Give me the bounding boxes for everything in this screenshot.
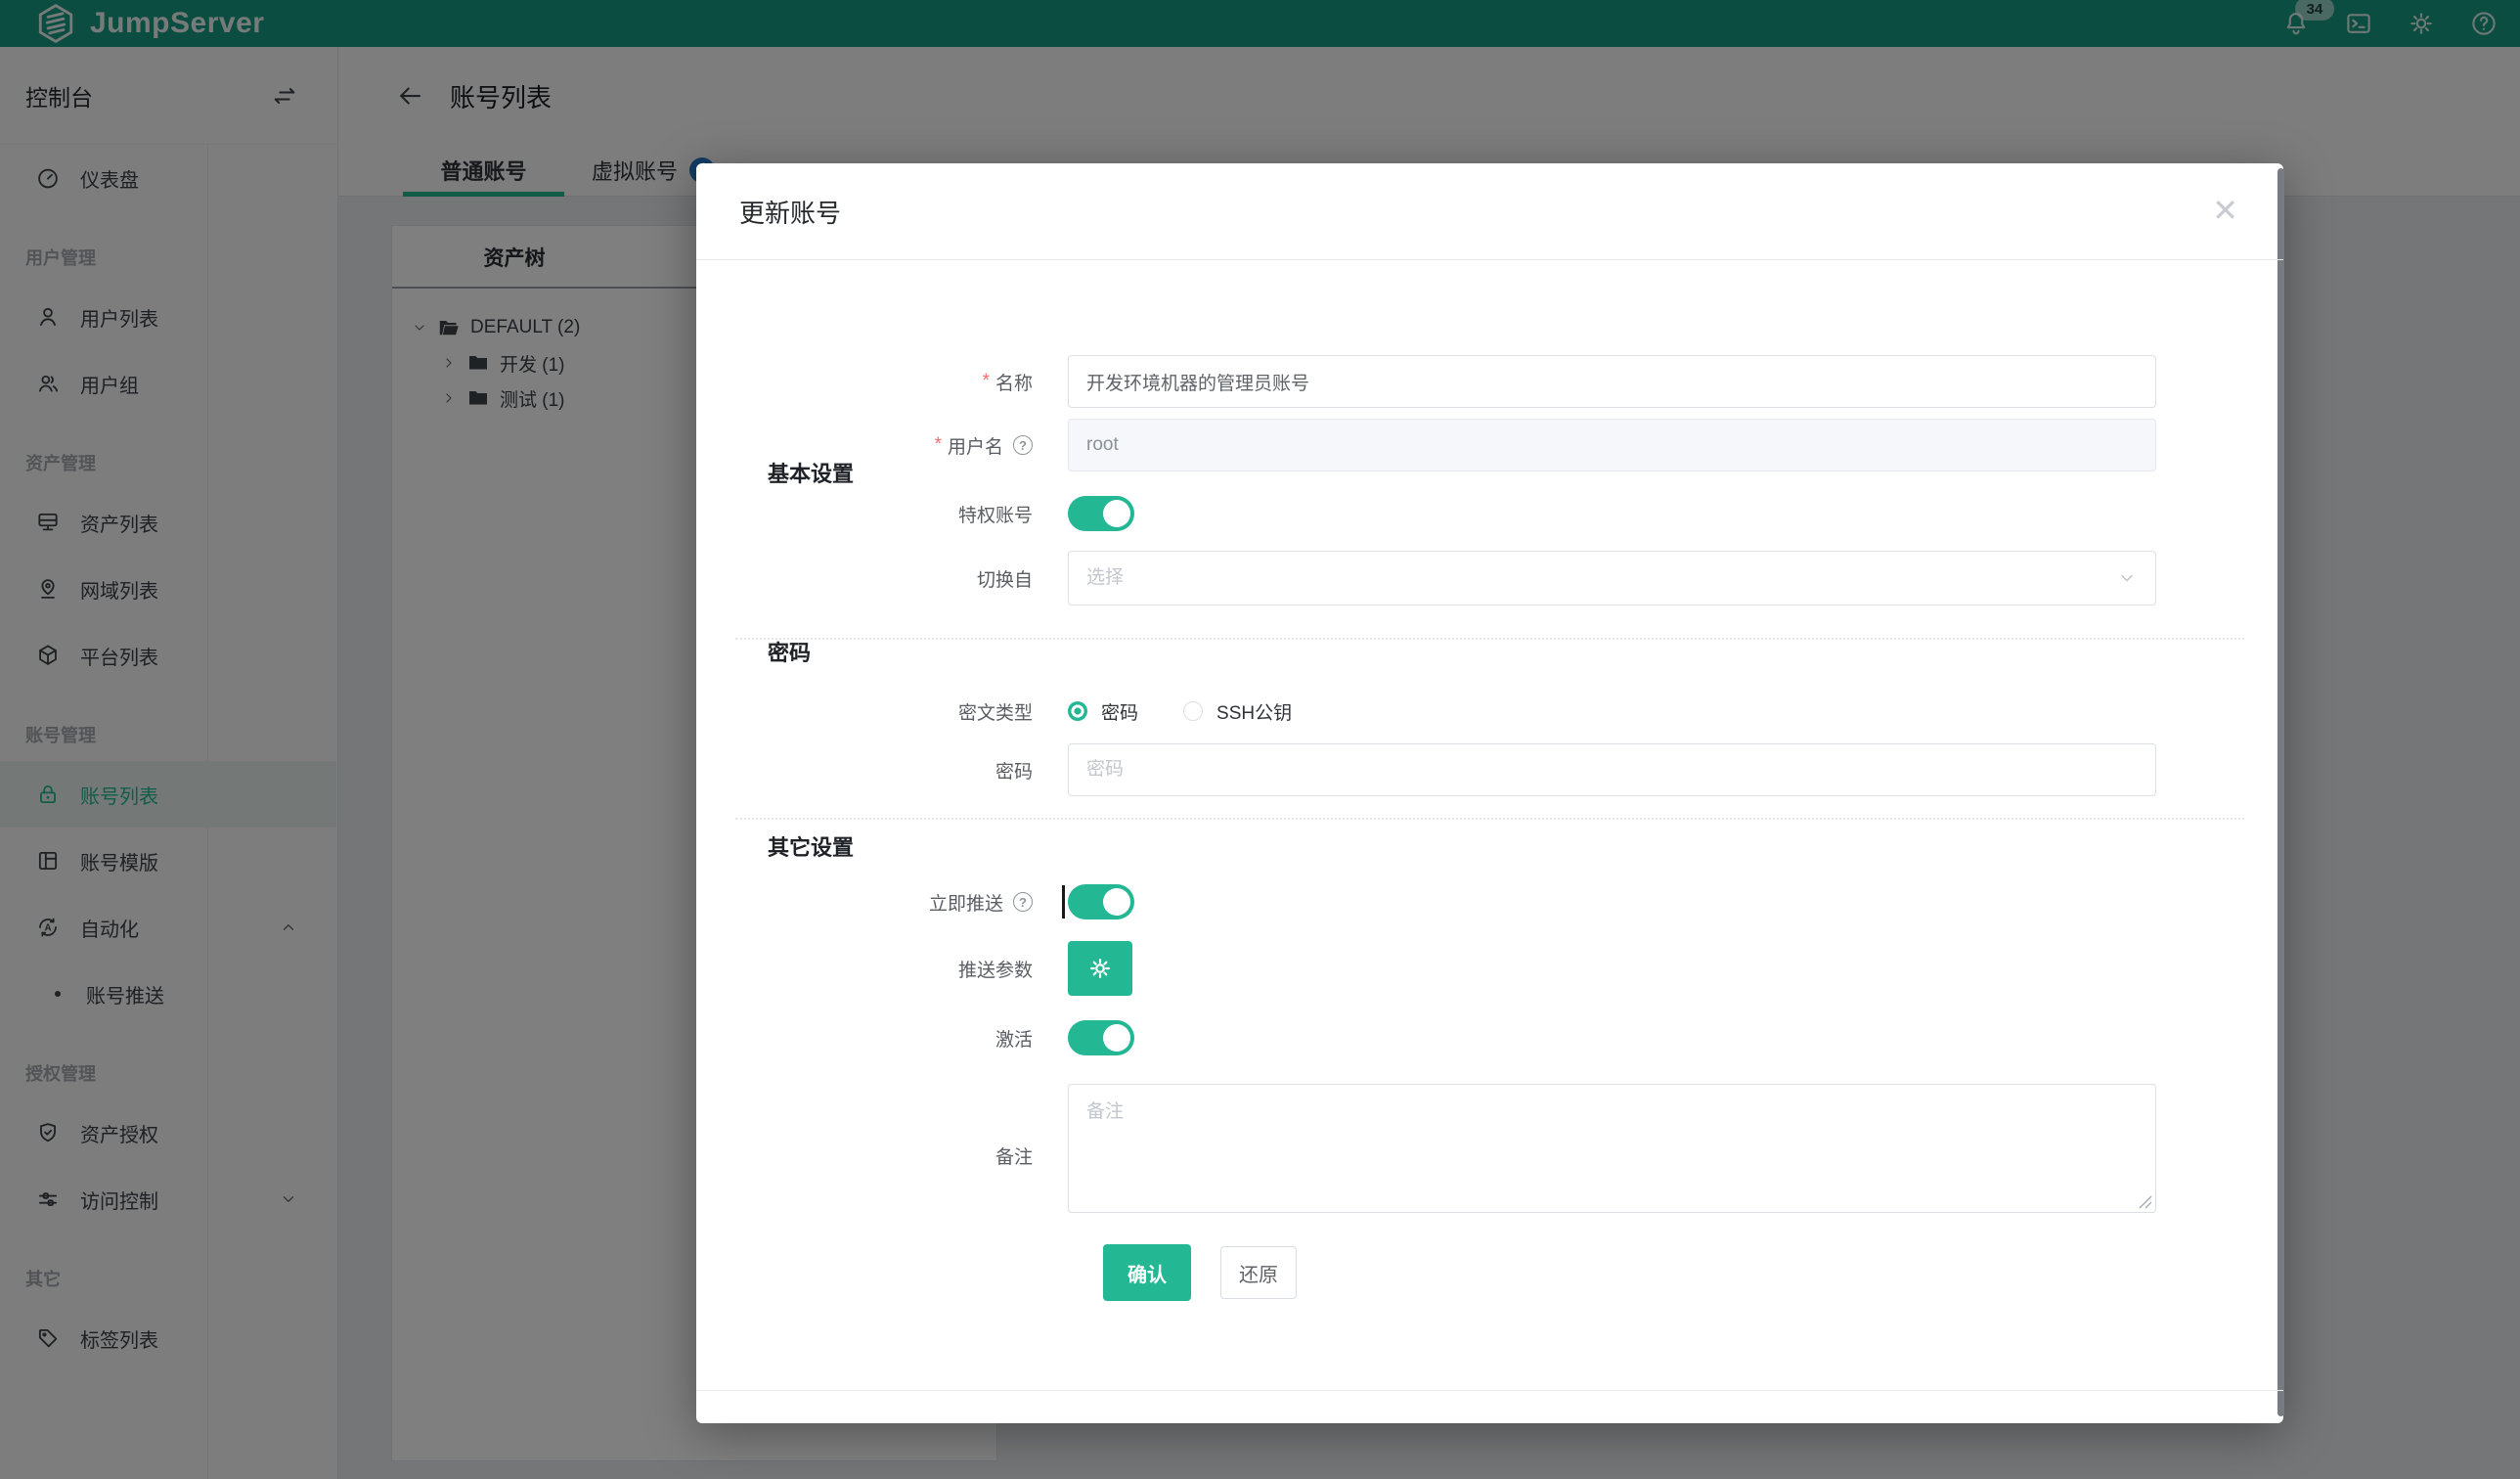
radio-label: SSH公钥 bbox=[1216, 702, 1293, 724]
radio-unselected-icon bbox=[1183, 701, 1204, 721]
section-title-other: 其它设置 bbox=[768, 835, 855, 860]
toggle-knob bbox=[1103, 1024, 1130, 1052]
privileged-toggle[interactable] bbox=[1068, 496, 1134, 531]
reset-button[interactable]: 还原 bbox=[1220, 1246, 1297, 1299]
form-row-switch-from: 切换自 bbox=[755, 551, 2156, 605]
close-icon[interactable]: ✕ bbox=[2212, 195, 2238, 226]
active-label: 激活 bbox=[995, 1029, 1033, 1051]
radio-ssh-key[interactable]: SSH公钥 bbox=[1183, 698, 1292, 725]
form-row-push-now: 立即推送 ? bbox=[755, 880, 2156, 923]
help-circle-icon[interactable]: ? bbox=[1013, 892, 1033, 912]
username-label: * 用户名 ? bbox=[755, 432, 1068, 459]
name-label: * 名称 bbox=[755, 369, 1068, 395]
form-row-privileged: 特权账号 bbox=[755, 492, 2156, 535]
form-row-name: * 名称 bbox=[755, 355, 2156, 408]
name-field[interactable] bbox=[1068, 355, 2156, 408]
form-row-secret-type: 密文类型 密码 SSH公钥 bbox=[755, 692, 2156, 731]
text-caret bbox=[1062, 885, 1065, 919]
update-account-modal: 更新账号 ✕ 基本设置 * 名称 * 用户名 ? 特权账号 bbox=[696, 163, 2284, 1423]
switch-from-select[interactable] bbox=[1068, 551, 2156, 605]
toggle-knob bbox=[1103, 888, 1130, 916]
radio-password[interactable]: 密码 bbox=[1068, 698, 1138, 725]
push-params-label: 推送参数 bbox=[957, 960, 1033, 981]
section-divider bbox=[735, 818, 2244, 820]
secret-type-radio-group: 密码 SSH公钥 bbox=[1068, 692, 2156, 731]
privileged-label: 特权账号 bbox=[957, 505, 1033, 526]
label-text: 名称 bbox=[995, 373, 1033, 394]
comment-field[interactable] bbox=[1068, 1084, 2156, 1213]
form-row-active: 激活 bbox=[755, 1016, 2156, 1059]
label-text: 用户名 bbox=[947, 436, 1003, 458]
gear-icon bbox=[1090, 959, 1110, 978]
chevron-down-icon bbox=[2121, 574, 2133, 582]
comment-label: 备注 bbox=[995, 1146, 1033, 1168]
form-row-comment: 备注 bbox=[755, 1084, 2156, 1213]
radio-label: 密码 bbox=[1101, 702, 1139, 724]
modal-scrollbar[interactable] bbox=[2277, 168, 2284, 1416]
form-row-username: * 用户名 ? bbox=[755, 419, 2156, 471]
secret-type-label: 密文类型 bbox=[957, 702, 1033, 724]
modal-title: 更新账号 bbox=[739, 198, 842, 228]
required-asterisk: * bbox=[934, 434, 942, 455]
required-asterisk: * bbox=[982, 371, 990, 391]
toggle-knob bbox=[1103, 500, 1130, 527]
help-circle-icon[interactable]: ? bbox=[1013, 435, 1033, 455]
modal-footer-divider bbox=[696, 1390, 2283, 1391]
label-text: 立即推送 bbox=[928, 893, 1003, 915]
jumpserver-app: JumpServer 34 bbox=[0, 0, 2520, 1479]
form-row-push-params: 推送参数 bbox=[755, 941, 2156, 996]
username-field bbox=[1068, 419, 2156, 471]
radio-selected-icon bbox=[1068, 701, 1087, 721]
password-label: 密码 bbox=[995, 761, 1033, 783]
password-field[interactable] bbox=[1068, 743, 2156, 796]
section-divider bbox=[735, 638, 2244, 640]
switch-from-label: 切换自 bbox=[976, 569, 1033, 591]
section-title-secret: 密码 bbox=[768, 641, 812, 665]
active-toggle[interactable] bbox=[1068, 1020, 1134, 1055]
push-params-button[interactable] bbox=[1068, 941, 1132, 996]
modal-header: 更新账号 ✕ bbox=[696, 163, 2283, 260]
confirm-button[interactable]: 确认 bbox=[1103, 1244, 1191, 1301]
form-row-password: 密码 bbox=[755, 743, 2156, 796]
push-now-toggle[interactable] bbox=[1062, 884, 1134, 919]
push-now-label: 立即推送 ? bbox=[755, 889, 1068, 916]
